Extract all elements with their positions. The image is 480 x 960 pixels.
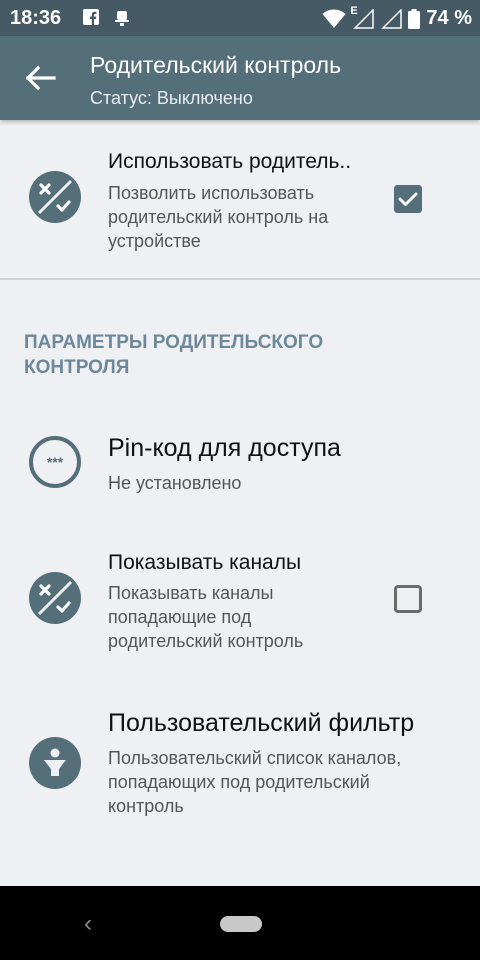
battery-percent: 74 % xyxy=(426,7,472,29)
facebook-icon xyxy=(83,9,99,25)
battery-icon xyxy=(408,8,421,29)
pref-show-channels-summary: Показывать каналы попадающие под родител… xyxy=(108,583,304,651)
pref-user-filter-title: Пользовательский фильтр xyxy=(108,709,415,737)
pref-show-channels[interactable]: Показывать каналы Показывать каналы попа… xyxy=(0,535,480,685)
status-bar: 18:36 E 74 % xyxy=(0,0,480,36)
arrow-left-icon[interactable] xyxy=(22,62,62,94)
pref-use-parental-summary: Позволить использовать родительский конт… xyxy=(108,183,329,251)
pin-icon: *** xyxy=(29,436,81,488)
show-channels-checkbox[interactable] xyxy=(394,585,422,613)
pref-pin-title: Pin-код для доступа xyxy=(108,434,341,462)
pref-show-channels-title: Показывать каналы xyxy=(108,551,302,574)
pref-pin[interactable]: *** Pin-код для доступа Не установлено xyxy=(0,410,480,520)
use-parental-checkbox[interactable] xyxy=(394,185,422,213)
wifi-icon xyxy=(322,9,346,28)
page-subtitle: Статус: Выключено xyxy=(90,88,253,108)
filter-icon xyxy=(29,737,81,789)
pref-use-parental[interactable]: Использовать родитель.. Позволить исполь… xyxy=(0,120,480,278)
pref-use-parental-title: Использовать родитель.. xyxy=(108,150,352,173)
nav-home-pill[interactable] xyxy=(220,916,262,932)
navigation-bar: ‹ xyxy=(0,886,480,960)
signal-icon-2 xyxy=(381,8,403,29)
parental-icon xyxy=(29,171,81,223)
pref-pin-summary: Не установлено xyxy=(108,473,242,493)
status-time: 18:36 xyxy=(10,7,62,29)
signal-icon: E xyxy=(350,5,375,29)
category-title: ПАРАМЕТРЫ РОДИТЕЛЬСКОГО КОНТРОЛЯ xyxy=(24,332,324,378)
notification-icon xyxy=(115,11,129,26)
parental-icon xyxy=(29,572,81,624)
pref-user-filter[interactable]: Пользовательский фильтр Пользовательский… xyxy=(0,700,480,840)
page-title: Родительский контроль xyxy=(90,52,342,78)
svg-text:***: *** xyxy=(47,454,64,470)
nav-back-icon[interactable]: ‹ xyxy=(84,910,92,938)
status-icons: E 74 % xyxy=(322,5,472,30)
app-bar: Родительский контроль Статус: Выключено xyxy=(0,36,480,120)
pref-user-filter-summary: Пользовательский список каналов, попадаю… xyxy=(108,748,402,816)
divider xyxy=(0,278,480,280)
